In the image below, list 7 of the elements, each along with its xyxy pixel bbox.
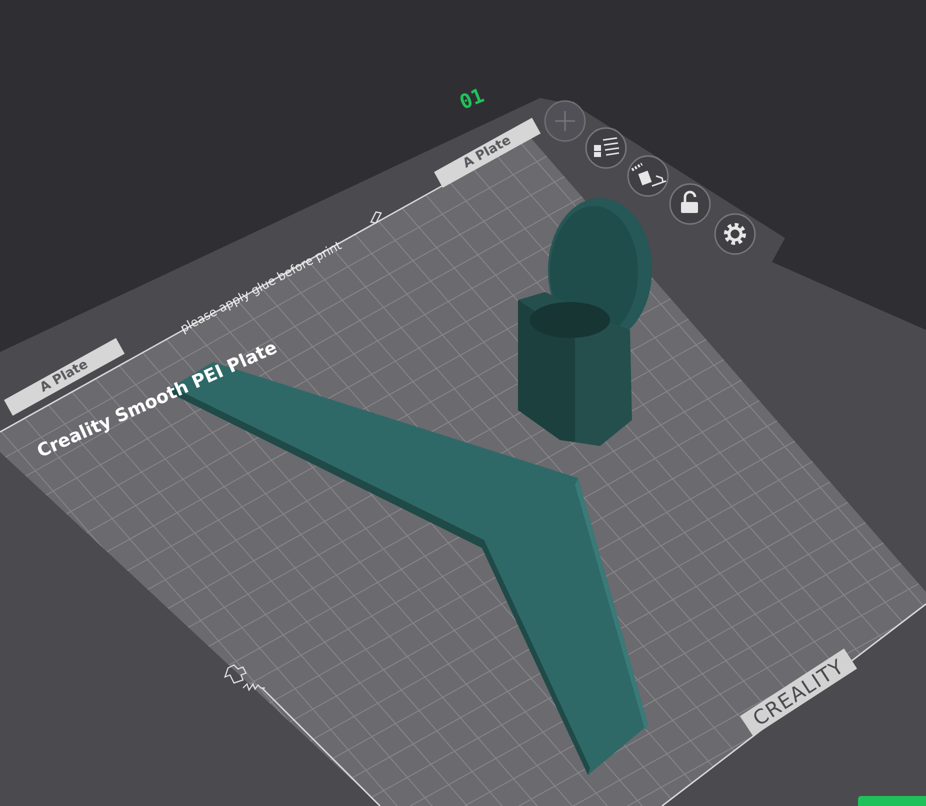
auto-arrange-icon[interactable] bbox=[627, 155, 669, 197]
list-icon[interactable] bbox=[585, 127, 627, 169]
spring-arrow-icon bbox=[224, 664, 265, 692]
lock-icon[interactable] bbox=[669, 183, 711, 225]
plate-number: 01 bbox=[456, 82, 488, 114]
settings-icon[interactable] bbox=[714, 213, 756, 255]
edit-icon[interactable] bbox=[370, 211, 382, 224]
